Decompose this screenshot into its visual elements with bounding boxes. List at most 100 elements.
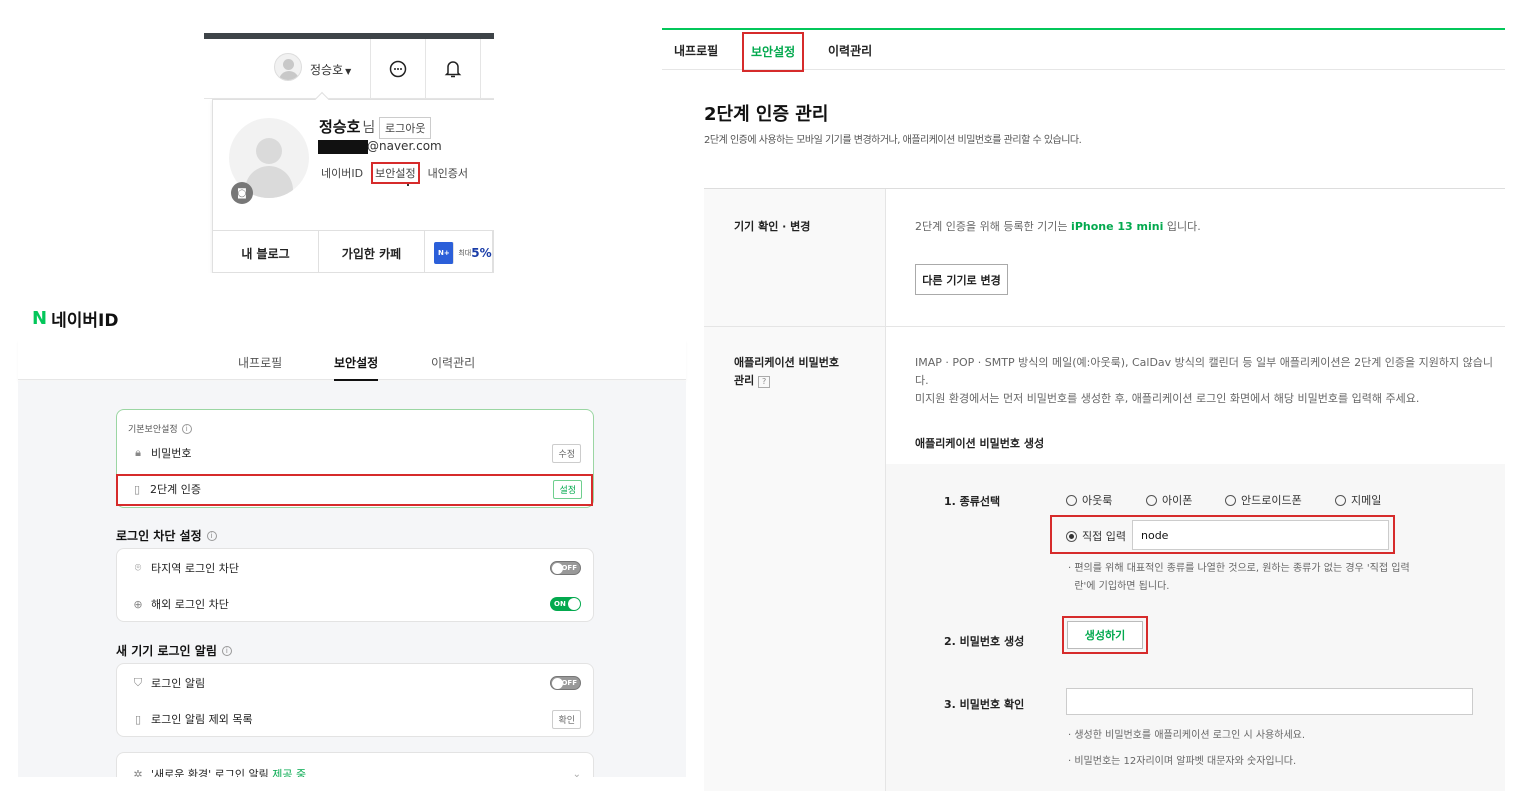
step3-label: 3. 비밀번호 확인 <box>944 698 1025 711</box>
mobile-icon: ▯ <box>134 712 142 726</box>
help-icon[interactable]: ? <box>758 376 771 388</box>
radio-gmail[interactable]: 지메일 <box>1335 492 1381 508</box>
login-alert-row: ⛉ 로그인 알림 OFF <box>131 670 581 696</box>
basic-security-title: 기본보안설정 i <box>128 422 192 435</box>
globe-icon: ⊕ <box>133 597 143 611</box>
link-security-settings[interactable]: 보안설정 <box>371 162 420 184</box>
password-confirm-field[interactable] <box>1066 688 1473 715</box>
joined-cafe-button[interactable]: 가입한 카페 <box>319 231 425 273</box>
password-edit-button[interactable]: 수정 <box>552 443 581 463</box>
shield-icon: ⛉ <box>133 676 143 689</box>
tab-security-settings[interactable]: 보안설정 <box>334 354 379 381</box>
app-password-label-line1: 애플리케이션 비밀번호 <box>734 356 840 369</box>
device-name: iPhone 13 mini <box>1071 220 1164 233</box>
tab-security-settings[interactable]: 보안설정 <box>742 32 805 72</box>
password-label: 비밀번호 <box>151 447 192 460</box>
my-blog-button[interactable]: 내 블로그 <box>213 231 319 273</box>
radio-android[interactable]: 안드로이드폰 <box>1225 492 1302 508</box>
radio-selected-icon <box>1066 530 1077 542</box>
desc2: 미지원 환경에서는 먼저 비밀번호를 생성한 후, 애플리케이션 로그인 화면에… <box>915 392 1420 405</box>
promo-sub: 최대 <box>458 248 472 257</box>
radio-outlook-label: 아웃룩 <box>1082 494 1113 507</box>
logo-text: 네이버ID <box>51 311 119 331</box>
new-device-label: 새 기기 로그인 알림 <box>116 644 217 658</box>
overseas-label: 해외 로그인 차단 <box>151 598 229 611</box>
logout-button[interactable]: 로그아웃 <box>379 117 432 139</box>
profile-dropdown-panel: 정승호 ▼ ◙ 정승호 님 로그아웃 @naver.com 네이버ID 보안설정 내… <box>204 33 494 273</box>
device-label: 기기 확인 · 변경 <box>734 220 811 233</box>
chat-icon <box>389 60 407 78</box>
tab-my-profile[interactable]: 내프로필 <box>238 354 282 371</box>
login-alert-toggle[interactable]: OFF <box>550 676 581 690</box>
device-text-before: 2단계 인증을 위해 등록한 기기는 <box>915 220 1068 233</box>
new-env-alert-label: '새로운 환경' 로그인 알림 제공 중 <box>151 766 573 777</box>
toggle-state: OFF <box>561 679 577 687</box>
info-icon[interactable]: i <box>181 423 192 434</box>
radio-outlook[interactable]: 아웃룩 <box>1066 492 1112 508</box>
radio-direct-label: 직접 입력 <box>1082 530 1126 543</box>
app-password-label-line2: 관리 <box>734 374 755 387</box>
link-my-certificate[interactable]: 내인증서 <box>426 164 470 182</box>
radio-iphone[interactable]: 아이폰 <box>1146 492 1192 508</box>
notification-button[interactable] <box>425 39 480 99</box>
naver-logo-icon: N <box>32 308 48 329</box>
lock-icon: 🔒︎ <box>135 446 141 459</box>
radio-icon <box>1146 494 1157 506</box>
row-divider <box>704 326 1505 327</box>
two-step-tabs: 내프로필 보안설정 이력관리 <box>662 28 1505 72</box>
tab-history[interactable]: 이력관리 <box>828 42 872 59</box>
talk-button[interactable] <box>370 39 425 99</box>
alert-exclusion-row: ▯ 로그인 알림 제외 목록 확인 <box>131 706 581 732</box>
info-icon[interactable]: i <box>221 645 232 656</box>
promo-banner[interactable]: N+ 최대 5% <box>425 231 494 273</box>
radio-icon <box>1335 494 1346 506</box>
naver-id-logo[interactable]: N 네이버ID <box>32 306 118 331</box>
avatar[interactable] <box>274 53 302 81</box>
promo: N+ 최대 5% <box>434 231 494 273</box>
device-text-after: 입니다. <box>1166 220 1201 233</box>
bell-icon <box>444 61 462 78</box>
radio-icon <box>1225 494 1236 506</box>
login-block-box: ⌾ 타지역 로그인 차단 OFF ⊕ 해외 로그인 차단 ON <box>116 548 594 622</box>
direct-input-field[interactable]: node <box>1132 520 1389 550</box>
email-suffix: @naver.com <box>367 139 442 153</box>
info-icon[interactable]: i <box>206 530 217 541</box>
new-env-alert-row[interactable]: ✲ '새로운 환경' 로그인 알림 제공 중 ⌄ <box>131 761 581 778</box>
caret-down-icon: ▼ <box>345 67 352 76</box>
camera-icon[interactable]: ◙ <box>231 182 253 204</box>
label-column <box>704 189 886 791</box>
tab-history[interactable]: 이력관리 <box>431 354 475 371</box>
location-pin-icon: ⌾ <box>134 561 142 574</box>
step1-label: 1. 종류선택 <box>944 495 1001 508</box>
gen-title: 애플리케이션 비밀번호 생성 <box>915 437 1045 450</box>
login-alert-label: 로그인 알림 <box>151 677 206 690</box>
foreign-region-toggle[interactable]: OFF <box>550 561 581 575</box>
radio-direct-input[interactable]: 직접 입력 <box>1066 528 1126 544</box>
type-note: · 편의를 위해 대표적인 종류를 나열한 것으로, 원하는 종류가 없는 경우… <box>1068 560 1468 596</box>
alert-exclusion-button[interactable]: 확인 <box>552 709 581 729</box>
promo-value: 5% <box>471 245 492 260</box>
change-device-button[interactable]: 다른 기기로 변경 <box>915 264 1008 295</box>
tab-my-profile[interactable]: 내프로필 <box>674 42 718 59</box>
login-block-label: 로그인 차단 설정 <box>116 529 202 543</box>
toggle-state: OFF <box>561 564 577 572</box>
page-subtitle: 2단계 인증에 사용하는 모바일 기기를 변경하거나, 애플리케이션 비밀번호를… <box>704 135 1082 146</box>
password-generation-area: 1. 종류선택 아웃룩 아이폰 안드로이드폰 지메일 직접 입력 node · … <box>886 464 1505 791</box>
alert-exclusion-label: 로그인 알림 제외 목록 <box>151 713 253 726</box>
generate-button[interactable]: 생성하기 <box>1067 621 1143 649</box>
chevron-down-icon[interactable]: ⌄ <box>573 769 581 778</box>
foreign-region-label: 타지역 로그인 차단 <box>151 562 239 575</box>
header-user-name[interactable]: 정승호 ▼ <box>310 61 351 78</box>
radio-icon <box>1066 494 1077 506</box>
two-step-label: 2단계 인증 <box>150 483 201 496</box>
login-block-title: 로그인 차단 설정 i <box>116 527 217 544</box>
two-step-setup-button[interactable]: 설정 <box>553 479 582 499</box>
new-device-title: 새 기기 로그인 알림 i <box>116 642 232 659</box>
profile-name-text: 정승호 <box>319 118 361 136</box>
app-password-desc: IMAP · POP · SMTP 방식의 메일(예:아웃룩), CalDav … <box>915 354 1500 408</box>
link-naver-id[interactable]: 네이버ID <box>319 164 365 182</box>
overseas-toggle[interactable]: ON <box>550 597 581 611</box>
desc1b: 다. <box>915 374 929 387</box>
profile-name: 정승호 님 <box>319 116 375 137</box>
desc1: IMAP · POP · SMTP 방식의 메일(예:아웃룩), CalDav … <box>915 356 1494 369</box>
